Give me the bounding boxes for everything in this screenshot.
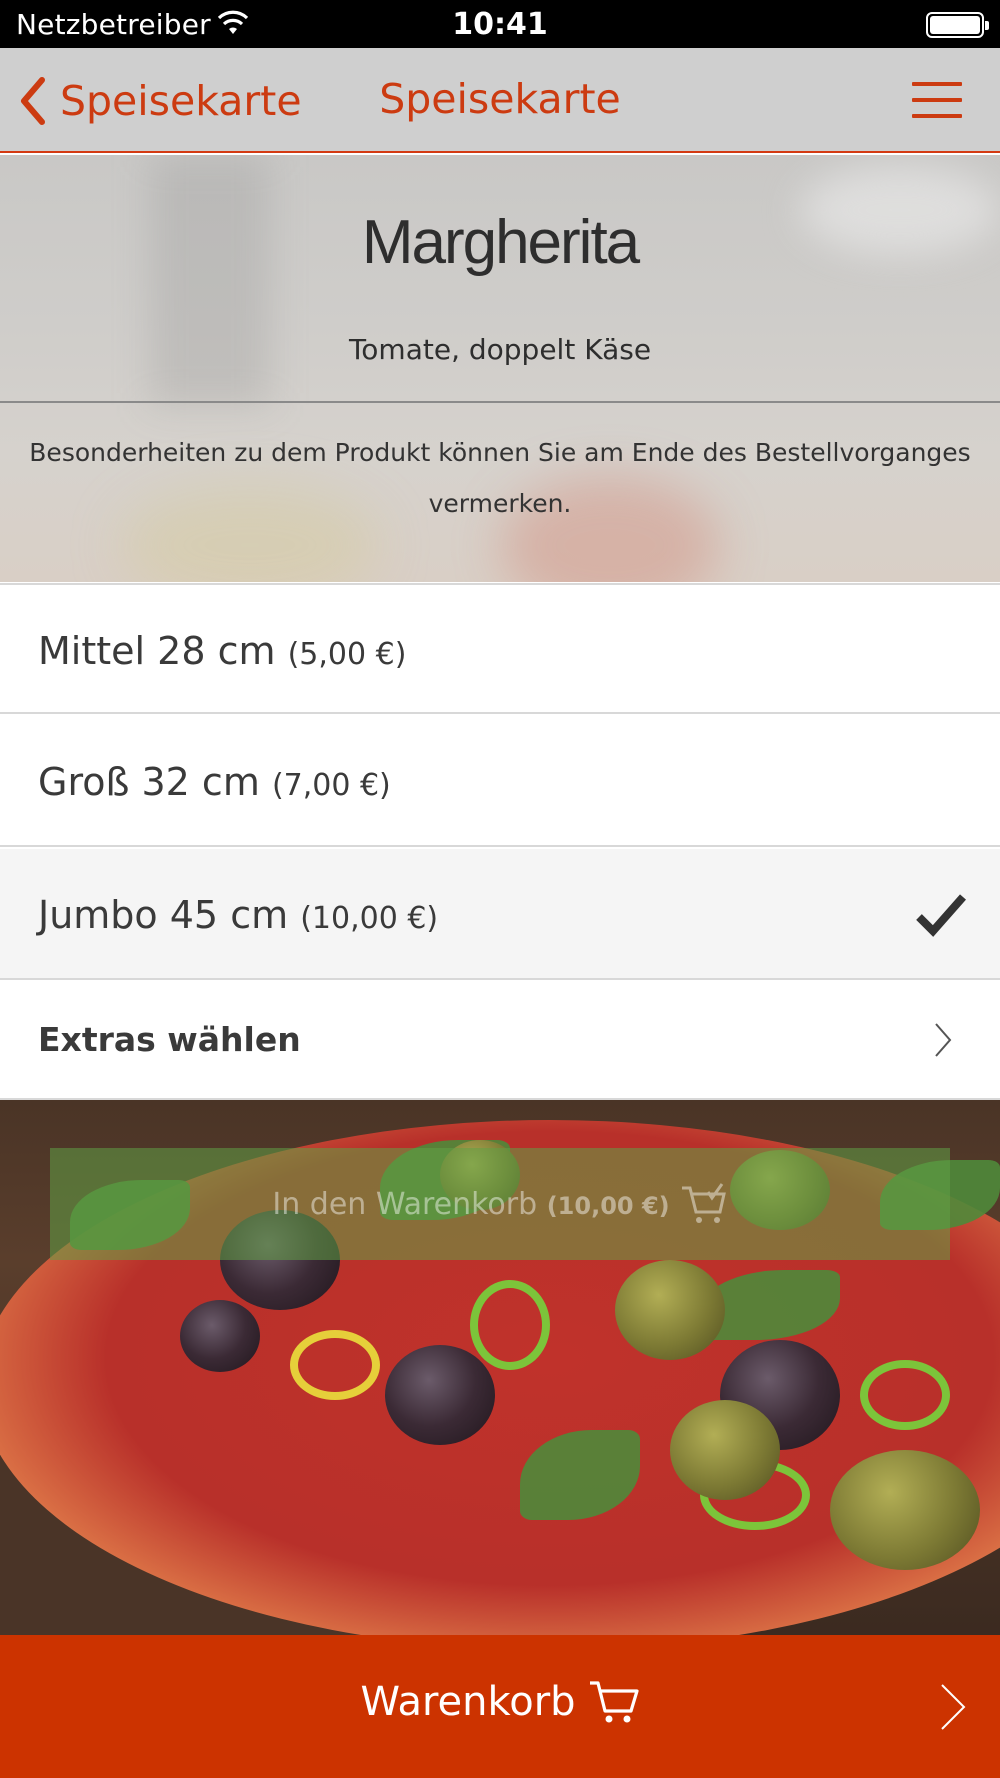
hamburger-menu-icon[interactable]	[912, 82, 962, 122]
status-bar: Netzbetreiber 10:41	[0, 0, 1000, 48]
cart-add-icon	[681, 1183, 726, 1223]
cart-bar[interactable]: Warenkorb	[0, 1635, 1000, 1778]
clock: 10:41	[452, 7, 548, 42]
product-note: Besonderheiten zu dem Produkt können Sie…	[29, 438, 971, 518]
size-price: (7,00 €)	[271, 768, 391, 803]
navigation-bar: Speisekarte Speisekarte	[0, 48, 1000, 153]
back-button-label: Speisekarte	[60, 77, 302, 125]
add-to-cart-price: (10,00 €)	[546, 1191, 670, 1220]
battery-icon	[926, 12, 989, 38]
add-to-cart-button[interactable]: In den Warenkorb (10,00 €)	[50, 1148, 950, 1260]
product-header: Margherita Tomate, doppelt Käse Besonder…	[0, 155, 1000, 582]
chevron-right-icon	[941, 1684, 966, 1730]
cart-label: Warenkorb	[360, 1679, 576, 1725]
product-ingredients: Tomate, doppelt Käse	[348, 333, 652, 366]
size-label: Mittel 28 cm	[38, 629, 276, 673]
page-title: Speisekarte	[379, 75, 621, 123]
header-divider	[0, 401, 1000, 403]
checkmark-icon	[916, 894, 966, 937]
extras-label: Extras wählen	[38, 1020, 301, 1059]
size-label: Groß 32 cm	[38, 760, 260, 804]
size-price: (10,00 €)	[300, 901, 439, 936]
cart-icon	[589, 1681, 639, 1723]
back-chevron-icon	[21, 77, 45, 125]
size-price: (5,00 €)	[287, 637, 407, 672]
extras-row[interactable]: Extras wählen	[0, 982, 1000, 1100]
add-to-cart-label: In den Warenkorb	[272, 1186, 538, 1222]
size-label: Jumbo 45 cm	[38, 893, 289, 937]
size-option-mittel[interactable]: Mittel 28 cm (5,00 €)	[0, 583, 1000, 714]
back-button[interactable]: Speisekarte	[18, 76, 302, 126]
size-option-jumbo[interactable]: Jumbo 45 cm (10,00 €)	[0, 849, 1000, 980]
chevron-right-icon	[935, 1023, 952, 1057]
product-name: Margherita	[361, 208, 640, 277]
size-option-gross[interactable]: Groß 32 cm (7,00 €)	[0, 716, 1000, 847]
